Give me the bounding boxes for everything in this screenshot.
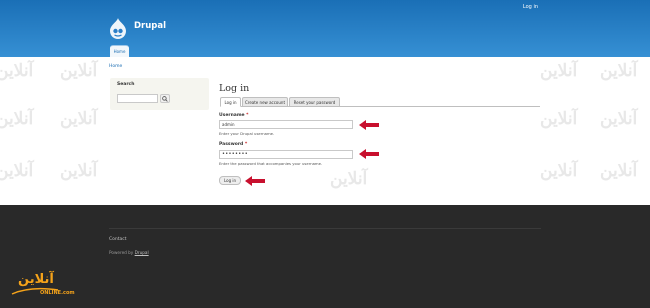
username-field[interactable]: admin [219, 120, 353, 129]
required-mark: * [246, 113, 249, 118]
watermark-text: آنلاین [60, 61, 98, 81]
powered-by-text: Powered by [109, 250, 134, 255]
tab-reset-password[interactable]: Reset your password [289, 97, 340, 107]
password-description: Enter the password that accompanies your… [219, 161, 323, 166]
breadcrumb-home[interactable]: Home [109, 64, 122, 69]
footer-divider [109, 228, 541, 229]
watermark-text: آنلاین [330, 169, 368, 189]
password-field[interactable]: •••••••• [219, 150, 353, 159]
footer-drupal-link[interactable]: Drupal [135, 250, 149, 255]
tab-create-account[interactable]: Create new account [242, 97, 288, 107]
page-title: Log in [219, 83, 250, 94]
content-area: آنلاین آنلاین آنلاین آنلاین آنلاین آنلای… [0, 57, 650, 205]
password-label: Password * [219, 142, 247, 147]
required-mark: * [244, 142, 248, 147]
site-name[interactable]: Drupal [134, 21, 166, 31]
search-block-title: Search [117, 82, 135, 87]
watermark-text: آنلاین [0, 109, 34, 129]
sidebar-search-block: Search [110, 78, 209, 110]
watermark-text: آنلاین [600, 109, 638, 129]
watermark-text: آنلاین [60, 161, 98, 181]
password-label-text: Password [219, 142, 244, 147]
red-arrow-icon [245, 176, 265, 186]
footer-powered-by: Powered by Drupal [109, 250, 149, 255]
watermark-text: آنلاین [600, 161, 638, 181]
red-arrow-icon [359, 120, 379, 130]
search-icon [162, 95, 168, 102]
watermark-text: آنلاین [540, 109, 578, 129]
log-in-button[interactable]: Log in [219, 176, 241, 185]
watermark-text: آنلاین [540, 161, 578, 181]
header-login-link[interactable]: Log in [523, 4, 538, 10]
nav-tab-home[interactable]: Home [110, 45, 129, 57]
watermark-brand-sub: ONLINE.com [40, 290, 75, 296]
search-button[interactable] [160, 94, 170, 103]
search-input[interactable] [117, 94, 158, 103]
watermark-text: آنلاین [540, 61, 578, 81]
username-label: Username * [219, 113, 249, 118]
username-description: Enter your Drupal username. [219, 131, 275, 136]
tab-log-in[interactable]: Log in [220, 97, 241, 107]
watermark-brand-text: آنلاین [18, 272, 54, 287]
watermark-text: آنلاین [60, 109, 98, 129]
site-footer [0, 205, 650, 308]
red-arrow-icon [359, 149, 379, 159]
watermark-text: آنلاین [0, 161, 34, 181]
footer-contact-link[interactable]: Contact [109, 237, 127, 242]
drupal-logo-icon[interactable] [110, 18, 126, 39]
site-header: Log in Drupal Home [0, 0, 650, 57]
watermark-text: آنلاین [600, 61, 638, 81]
username-label-text: Username [219, 113, 245, 118]
watermark-text: آنلاین [0, 61, 34, 81]
